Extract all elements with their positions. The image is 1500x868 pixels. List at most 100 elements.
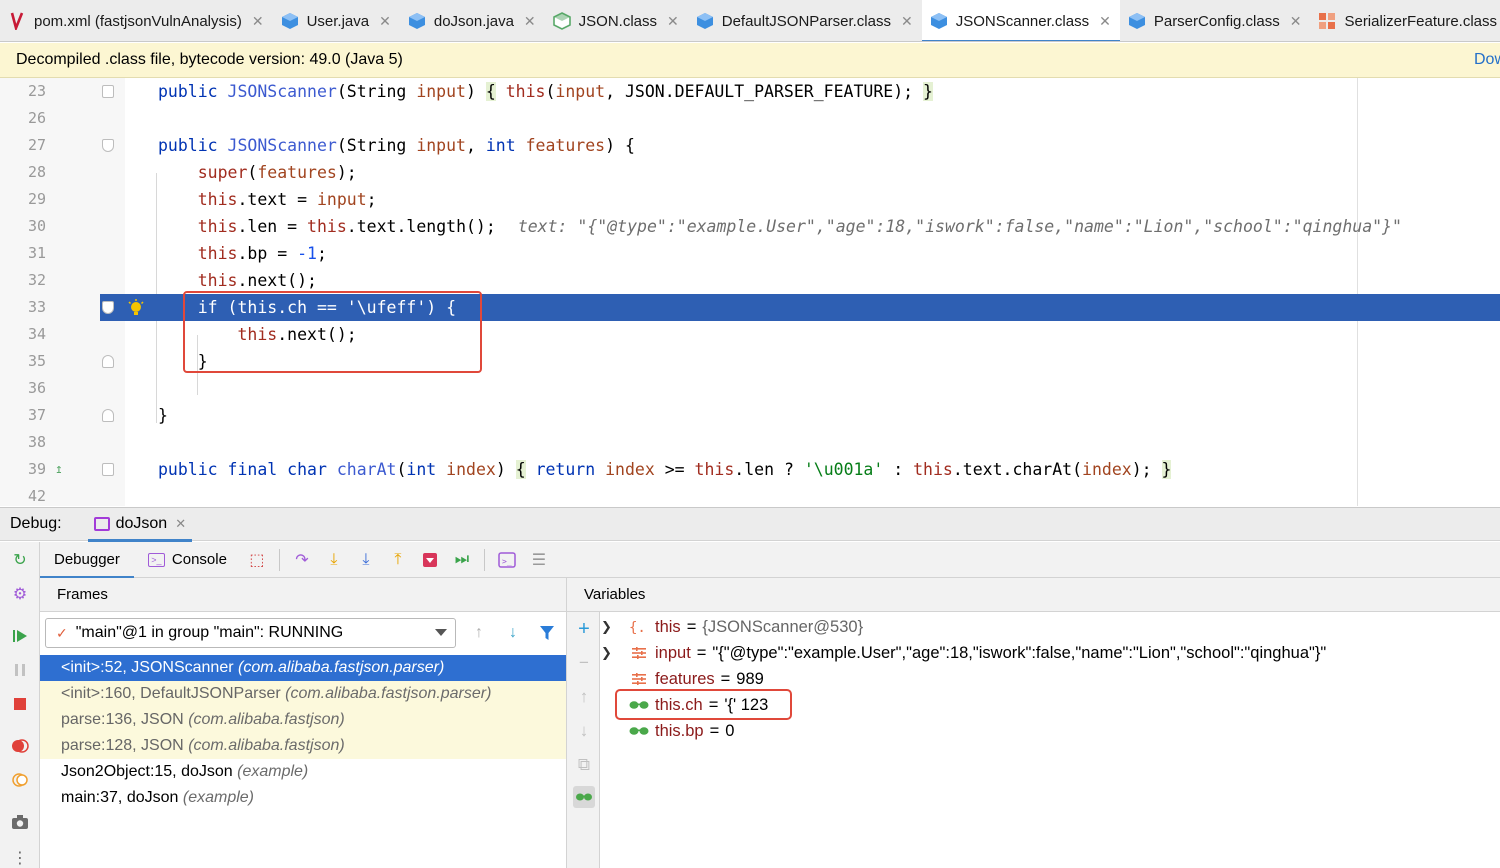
remove-watch-icon[interactable]: −	[573, 652, 595, 674]
filter-icon[interactable]	[538, 624, 556, 642]
variable-row[interactable]: ❯ input = "{"@type":"example.User","age":18…	[601, 640, 1326, 666]
enum-icon	[1318, 12, 1336, 30]
code-line: 31 this.bp = -1;	[0, 240, 1500, 267]
run-to-cursor-icon[interactable]: ⏭	[451, 549, 473, 571]
move-watch-up-icon[interactable]: ↑	[573, 686, 595, 708]
line-number: 36	[27, 379, 46, 397]
debug-session-tab[interactable]: doJson ✕	[87, 507, 193, 542]
stack-frame[interactable]: parse:136, JSON (com.alibaba.fastjson)	[40, 707, 566, 733]
editor-tab[interactable]: SerializerFeature.class✕	[1310, 0, 1500, 41]
code-text: this.len = this.text.length(); text: "{"@…	[197, 217, 1402, 236]
close-icon[interactable]: ✕	[1290, 13, 1302, 30]
fold-marker[interactable]	[102, 409, 114, 422]
show-watches-glasses-icon[interactable]	[573, 786, 595, 808]
annotation-highlight-box	[183, 291, 482, 373]
editor-tab[interactable]: ParserConfig.class ✕	[1120, 0, 1311, 41]
frames-title: Frames	[40, 578, 566, 612]
resume-program-icon[interactable]	[10, 626, 30, 646]
close-icon[interactable]: ✕	[667, 13, 679, 30]
stack-frame[interactable]: Json2Object:15, doJson (example)	[40, 759, 566, 785]
fold-marker[interactable]	[102, 139, 114, 152]
frame-down-icon[interactable]: ↓	[504, 624, 522, 642]
code-line: 27 public JSONScanner(String input, int f…	[0, 132, 1500, 159]
stop-program-icon[interactable]	[10, 694, 30, 714]
step-into-icon[interactable]: ⤓	[323, 549, 345, 571]
code-text: public final char charAt(int index) { re…	[158, 460, 1172, 479]
close-icon[interactable]: ✕	[379, 13, 391, 30]
fold-marker[interactable]	[102, 355, 114, 368]
editor-tab[interactable]: User.java ✕	[273, 0, 400, 41]
equals-sign: =	[686, 618, 697, 636]
stack-frame[interactable]: parse:128, JSON (com.alibaba.fastjson)	[40, 733, 566, 759]
code-line: 29 this.text = input;	[0, 186, 1500, 213]
stack-frame-package: (com.alibaba.fastjson)	[188, 711, 345, 728]
stack-frame-method: <init>:160, DefaultJSONParser	[61, 685, 281, 702]
stack-frame[interactable]: <init>:52, JSONScanner (com.alibaba.fast…	[40, 655, 566, 681]
close-icon[interactable]: ✕	[901, 13, 913, 30]
java-class-icon	[1128, 12, 1146, 30]
stack-frame[interactable]: main:37, doJson (example)	[40, 785, 566, 811]
frame-up-icon[interactable]: ↑	[470, 624, 488, 642]
new-watch-icon[interactable]: +	[573, 618, 595, 640]
stack-frame[interactable]: <init>:160, DefaultJSONParser (com.aliba…	[40, 681, 566, 707]
variables-title: Variables	[567, 578, 1500, 612]
evaluate-expression-icon[interactable]: >_	[496, 549, 518, 571]
editor-tab[interactable]: DefaultJSONParser.class ✕	[688, 0, 922, 41]
editor-tab[interactable]: JSON.class ✕	[545, 0, 688, 41]
download-sources-link[interactable]: Dow	[1474, 51, 1500, 69]
thread-selector[interactable]: ✓ "main"@1 in group "main": RUNNING	[45, 618, 456, 648]
close-icon[interactable]: ✕	[524, 13, 536, 30]
variable-row[interactable]: ❯ {..} this = {JSONScanner@530}	[601, 614, 863, 640]
java-class-icon	[408, 12, 426, 30]
code-editor[interactable]: 23 public JSONScanner(String input) { thi…	[0, 78, 1500, 506]
variable-row[interactable]: this.bp = 0	[609, 718, 734, 744]
stack-frame-package: (com.alibaba.fastjson.parser)	[285, 685, 492, 702]
code-line: 38	[0, 429, 1500, 456]
fold-marker[interactable]	[102, 463, 114, 476]
line-number: 34	[27, 325, 46, 343]
close-icon[interactable]: ✕	[252, 13, 264, 30]
code-text: this.text = input;	[197, 190, 377, 209]
chevron-right-icon[interactable]: ❯	[601, 640, 613, 666]
line-number: 27	[27, 136, 46, 154]
move-watch-down-icon[interactable]: ↓	[573, 720, 595, 742]
thread-selector-value: "main"@1 in group "main": RUNNING	[75, 624, 344, 641]
checkmark-icon: ✓	[56, 624, 68, 641]
editor-tab-label: User.java	[306, 12, 370, 30]
mute-breakpoints-icon[interactable]	[10, 770, 30, 790]
editor-tab[interactable]: doJson.java ✕	[400, 0, 545, 41]
line-number: 28	[27, 163, 46, 181]
restore-layout-icon[interactable]: ⬚	[246, 549, 268, 571]
camera-snapshot-icon[interactable]	[10, 812, 30, 832]
stack-frame-method: main:37, doJson	[61, 789, 179, 806]
chevron-right-icon[interactable]: ❯	[601, 614, 613, 640]
editor-tab[interactable]: JSONScanner.class ✕	[921, 0, 1120, 41]
line-number: 35	[27, 352, 46, 370]
close-icon[interactable]: ✕	[175, 516, 186, 532]
trace-list-icon[interactable]: ☰	[528, 549, 550, 571]
svg-text:>_: >_	[502, 557, 512, 566]
settings-gear-icon[interactable]: ⚙	[10, 584, 30, 604]
drop-frame-icon[interactable]	[419, 549, 441, 571]
view-breakpoints-icon[interactable]	[10, 736, 30, 756]
line-number: 33	[0, 294, 100, 321]
editor-tab[interactable]: pom.xml (fastjsonVulnAnalysis) ✕	[0, 0, 273, 41]
step-out-icon[interactable]: ⤒	[387, 549, 409, 571]
tab-debugger[interactable]: Debugger	[40, 542, 134, 579]
line-number: 30	[27, 217, 46, 235]
rerun-icon[interactable]: ↻	[10, 550, 30, 570]
intention-bulb-icon[interactable]	[127, 299, 145, 323]
force-step-into-icon[interactable]: ⤓	[355, 549, 377, 571]
close-icon[interactable]: ✕	[1099, 13, 1111, 30]
pause-program-icon[interactable]	[10, 660, 30, 680]
code-line: 28 super(features);	[0, 159, 1500, 186]
tab-console[interactable]: >_ Console	[134, 542, 241, 578]
debug-session-icon	[93, 517, 110, 531]
fold-marker[interactable]	[102, 85, 114, 98]
step-over-icon[interactable]: ↷	[291, 549, 313, 571]
override-method-icon[interactable]: ↥	[55, 456, 63, 483]
duplicate-watch-icon[interactable]: ⧉	[573, 754, 595, 776]
fold-marker[interactable]	[102, 301, 114, 314]
more-options-icon[interactable]: ⋮	[10, 848, 30, 868]
frames-panel: Frames ✓ "main"@1 in group "main": RUNNI…	[40, 578, 567, 868]
